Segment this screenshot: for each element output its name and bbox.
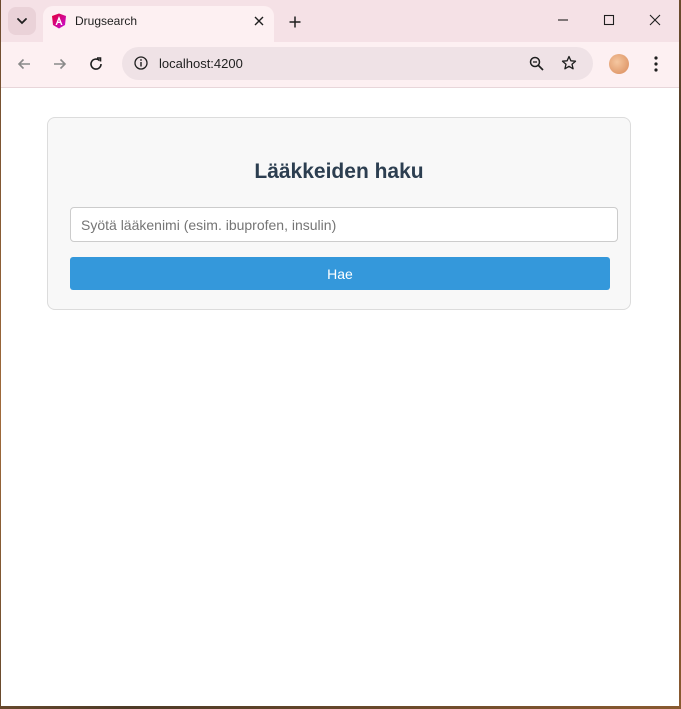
- forward-button[interactable]: [46, 50, 74, 78]
- maximize-icon: [603, 14, 615, 26]
- address-bar[interactable]: localhost:4200: [122, 47, 593, 80]
- tab-title: Drugsearch: [75, 14, 138, 28]
- bookmark-button[interactable]: [559, 53, 579, 73]
- new-tab-button[interactable]: [283, 10, 307, 34]
- back-arrow-icon: [17, 58, 30, 70]
- browser-menu-button[interactable]: [642, 50, 670, 78]
- plus-icon: [289, 16, 301, 28]
- minimize-icon: [558, 19, 568, 21]
- search-card: Lääkkeiden haku Hae: [47, 117, 631, 310]
- browser-window: Drugsearch localhost:4200 Lääkkeiden hak…: [1, 0, 679, 706]
- avatar[interactable]: [609, 54, 629, 74]
- page-content: Lääkkeiden haku Hae: [1, 88, 679, 706]
- close-tab-button[interactable]: [250, 12, 268, 30]
- minimize-button[interactable]: [549, 8, 577, 32]
- page-title: Lääkkeiden haku: [254, 160, 424, 183]
- reload-button[interactable]: [82, 50, 110, 78]
- kebab-menu-icon: [654, 56, 658, 72]
- forward-arrow-icon: [54, 58, 67, 70]
- close-icon: [254, 16, 264, 26]
- chevron-down-icon: [17, 18, 27, 25]
- tab-strip: Drugsearch: [1, 0, 679, 42]
- maximize-button[interactable]: [595, 8, 623, 32]
- star-icon: [561, 55, 577, 70]
- zoom-button[interactable]: [526, 53, 546, 73]
- site-info-button[interactable]: [131, 53, 151, 73]
- browser-tab[interactable]: Drugsearch: [43, 6, 274, 42]
- address-url: localhost:4200: [159, 56, 243, 71]
- search-input[interactable]: [70, 207, 618, 242]
- reload-icon: [90, 57, 102, 70]
- close-window-button[interactable]: [641, 8, 669, 32]
- browser-toolbar: localhost:4200: [1, 42, 679, 88]
- zoom-icon: [529, 56, 544, 71]
- tab-search-button[interactable]: [8, 7, 36, 35]
- close-icon: [649, 14, 661, 26]
- search-button[interactable]: Hae: [70, 257, 610, 290]
- back-button[interactable]: [10, 50, 38, 78]
- info-icon: [134, 56, 148, 70]
- angular-icon: [52, 13, 66, 29]
